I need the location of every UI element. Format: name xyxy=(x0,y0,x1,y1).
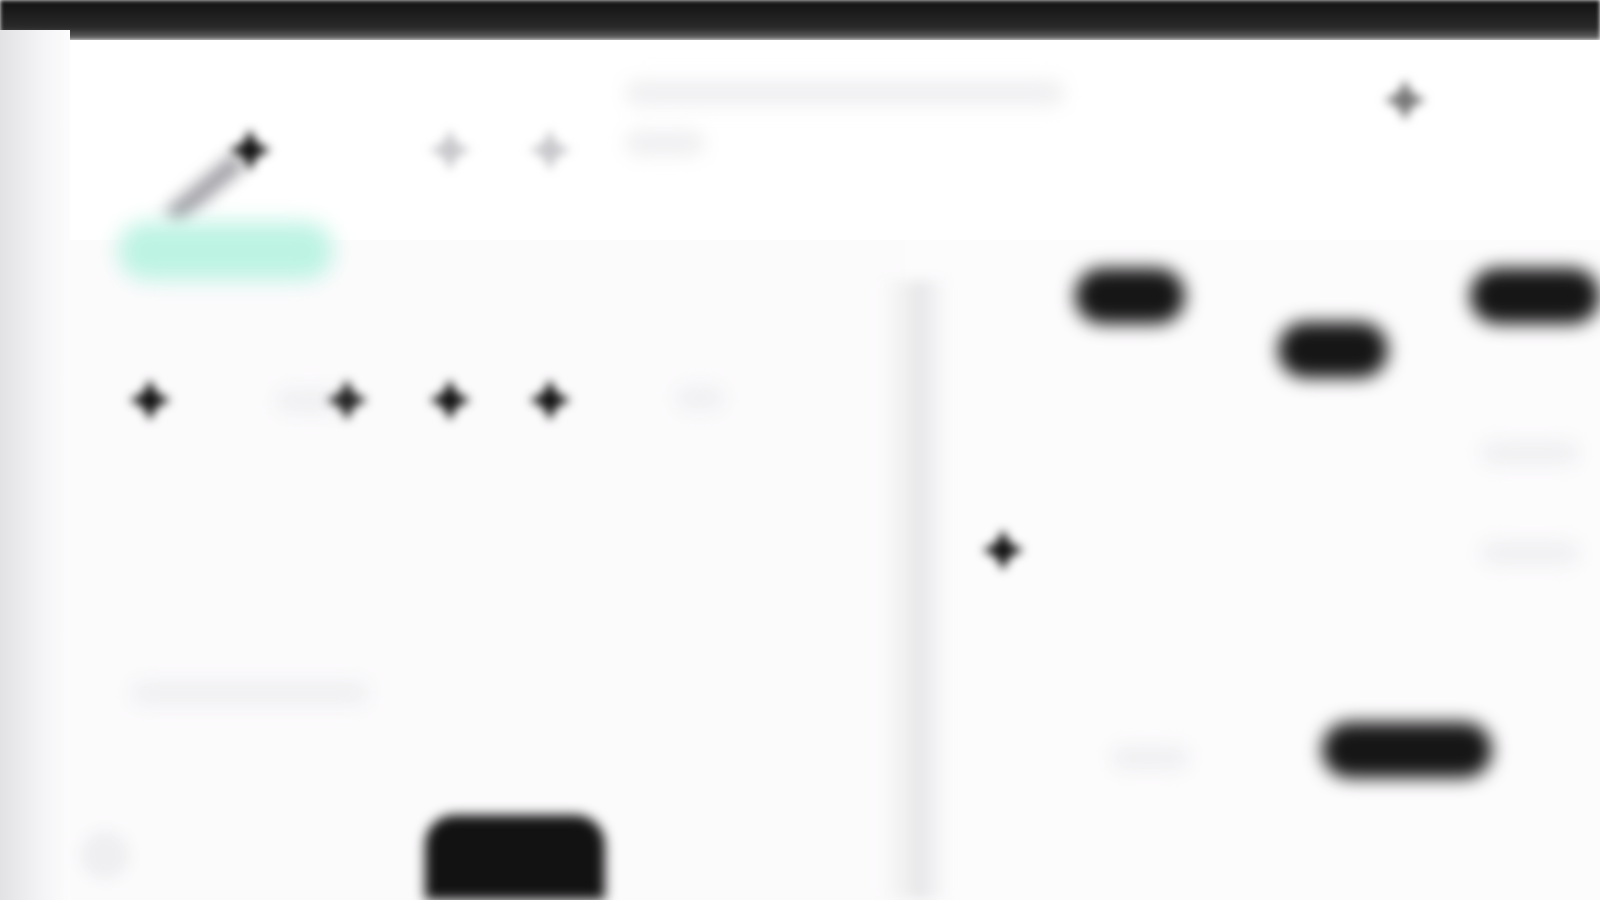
sparkle-icon[interactable] xyxy=(515,115,585,185)
app-window xyxy=(0,0,1600,900)
sparkle-icon[interactable] xyxy=(312,365,382,435)
toolbar-title xyxy=(625,80,1065,106)
right-panel xyxy=(935,240,1600,900)
right-badge-4[interactable] xyxy=(1322,722,1492,778)
row-trailing-hint xyxy=(675,385,725,411)
sparkle-icon[interactable] xyxy=(515,365,585,435)
left-panel xyxy=(70,240,905,900)
sparkle-icon[interactable] xyxy=(215,115,285,185)
right-badge-1[interactable] xyxy=(1075,268,1185,324)
selection-highlight xyxy=(118,222,333,280)
right-panel-line-1 xyxy=(1480,440,1580,466)
sparkle-icon[interactable] xyxy=(415,115,485,185)
panel-splitter[interactable] xyxy=(880,280,950,900)
toolbar xyxy=(70,40,1600,240)
sparkle-icon[interactable] xyxy=(115,365,185,435)
right-badge-3[interactable] xyxy=(1470,268,1600,324)
bottom-action-button[interactable] xyxy=(425,815,605,900)
sparkle-icon[interactable] xyxy=(968,515,1038,585)
left-gutter xyxy=(0,30,70,900)
right-badge-2[interactable] xyxy=(1278,322,1388,378)
right-panel-line-2 xyxy=(1480,540,1580,566)
right-panel-hint xyxy=(1110,745,1190,771)
toolbar-subtitle xyxy=(625,130,705,156)
window-title-bar xyxy=(0,0,1600,40)
sparkle-icon[interactable] xyxy=(1370,65,1440,135)
corner-glyph xyxy=(80,830,130,880)
left-panel-caption xyxy=(130,680,370,706)
sparkle-icon[interactable] xyxy=(415,365,485,435)
